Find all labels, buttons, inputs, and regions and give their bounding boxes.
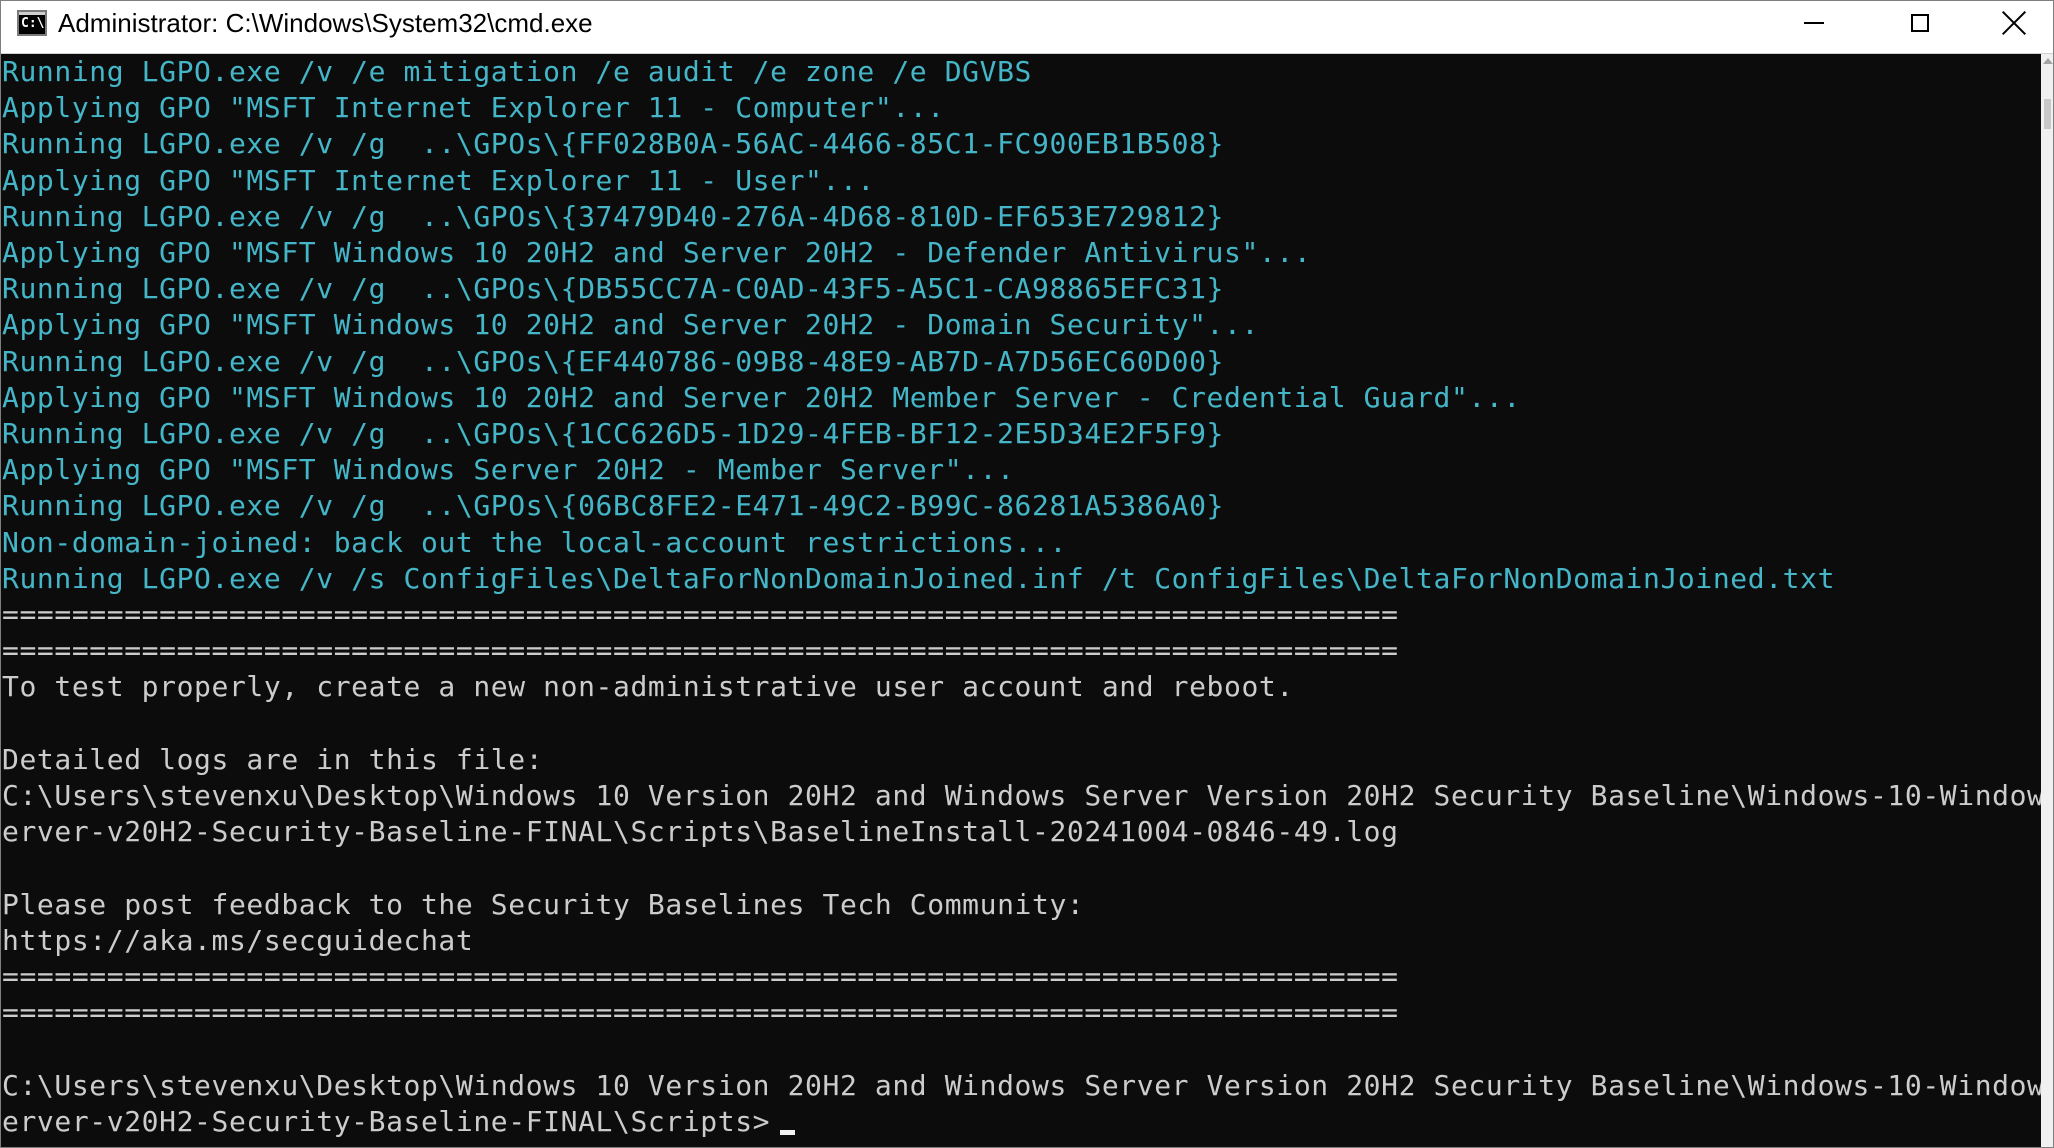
console-line-text: ========================================… bbox=[2, 598, 1399, 631]
console-output[interactable]: Running LGPO.exe /v /e mitigation /e aud… bbox=[0, 54, 2041, 1148]
console-line-text: https://aka.ms/secguidechat bbox=[2, 923, 474, 957]
console-line: Running LGPO.exe /v /g ..\GPOs\{FF028B0A… bbox=[2, 126, 1224, 162]
window-title: Administrator: C:\Windows\System32\cmd.e… bbox=[58, 8, 593, 38]
console-line-text: Running LGPO.exe /v /g ..\GPOs\{FF028B0A… bbox=[2, 127, 1225, 161]
console-line-text: To test properly, create a new non-admin… bbox=[2, 670, 1294, 704]
console-line-text: erver-v20H2-Security-Baseline-FINAL\Scri… bbox=[2, 1104, 771, 1138]
console-line-text: C:\Users\stevenxu\Desktop\Windows 10 Ver… bbox=[2, 1068, 2041, 1102]
command-prompt-line: erver-v20H2-Security-Baseline-FINAL\Scri… bbox=[2, 1104, 796, 1140]
console-line: Running LGPO.exe /v /g ..\GPOs\{DB55CC7A… bbox=[2, 271, 1224, 307]
console-line: C:\Users\stevenxu\Desktop\Windows 10 Ver… bbox=[2, 778, 2041, 814]
console-line: Applying GPO "MSFT Windows 10 20H2 and S… bbox=[2, 307, 1259, 343]
cmd-window: C:\ Administrator: C:\Windows\System32\c… bbox=[0, 0, 2054, 1148]
console-line: Please post feedback to the Security Bas… bbox=[2, 887, 1084, 923]
console-line: Non-domain-joined: back out the local-ac… bbox=[2, 525, 1067, 561]
console-line: Running LGPO.exe /v /g ..\GPOs\{37479D40… bbox=[2, 199, 1224, 235]
close-button[interactable] bbox=[1974, 0, 2054, 46]
console-line: Running LGPO.exe /v /g ..\GPOs\{06BC8FE2… bbox=[2, 488, 1224, 524]
console-line-text: Running LGPO.exe /v /g ..\GPOs\{37479D40… bbox=[2, 199, 1225, 233]
console-line-text: ========================================… bbox=[2, 634, 1399, 668]
console-line: Detailed logs are in this file: bbox=[2, 742, 543, 778]
console-line: Running LGPO.exe /v /g ..\GPOs\{1CC626D5… bbox=[2, 416, 1224, 452]
console-line-text: Non-domain-joined: back out the local-ac… bbox=[2, 525, 1067, 559]
maximize-icon bbox=[1911, 14, 1929, 32]
console-line-text: Please post feedback to the Security Bas… bbox=[2, 887, 1085, 921]
console-line-text: Applying GPO "MSFT Windows 10 20H2 and S… bbox=[2, 380, 1521, 414]
console-line: Running LGPO.exe /v /g ..\GPOs\{EF440786… bbox=[2, 344, 1224, 380]
console-line: Applying GPO "MSFT Windows Server 20H2 -… bbox=[2, 452, 1015, 488]
console-line-text: ========================================… bbox=[2, 960, 1399, 993]
console-line: Running LGPO.exe /v /e mitigation /e aud… bbox=[2, 54, 1032, 90]
minimize-icon bbox=[1804, 22, 1824, 24]
console-line: Applying GPO "MSFT Internet Explorer 11 … bbox=[2, 90, 945, 126]
console-line: ========================================… bbox=[2, 633, 1399, 669]
console-line-text: Running LGPO.exe /v /g ..\GPOs\{EF440786… bbox=[2, 344, 1225, 378]
console-line: ========================================… bbox=[2, 995, 1399, 1031]
console-line: ========================================… bbox=[2, 597, 1399, 633]
close-icon bbox=[2001, 10, 2027, 36]
console-line: To test properly, create a new non-admin… bbox=[2, 669, 1294, 705]
minimize-button[interactable] bbox=[1762, 0, 1866, 46]
console-line-text: Running LGPO.exe /v /g ..\GPOs\{06BC8FE2… bbox=[2, 489, 1225, 523]
console-line: ========================================… bbox=[2, 959, 1399, 995]
title-bar[interactable]: C:\ Administrator: C:\Windows\System32\c… bbox=[0, 0, 2054, 54]
scroll-thumb[interactable] bbox=[2044, 99, 2051, 129]
console-line: Running LGPO.exe /v /s ConfigFiles\Delta… bbox=[2, 561, 1835, 597]
console-line: Applying GPO "MSFT Windows 10 20H2 and S… bbox=[2, 380, 1521, 416]
console-line-text: Applying GPO "MSFT Internet Explorer 11 … bbox=[2, 163, 875, 197]
console-line: Applying GPO "MSFT Windows 10 20H2 and S… bbox=[2, 235, 1311, 271]
console-line-text: Detailed logs are in this file: bbox=[2, 742, 544, 776]
console-line-text: ========================================… bbox=[2, 996, 1399, 1030]
console-line-text: Applying GPO "MSFT Windows Server 20H2 -… bbox=[2, 453, 1015, 487]
console-line-text: erver-v20H2-Security-Baseline-FINAL\Scri… bbox=[2, 815, 1399, 849]
console-line-text: Running LGPO.exe /v /e mitigation /e aud… bbox=[2, 55, 1032, 88]
cmd-icon[interactable]: C:\ bbox=[17, 10, 47, 36]
console-line: https://aka.ms/secguidechat bbox=[2, 923, 473, 959]
text-cursor[interactable] bbox=[780, 1129, 796, 1135]
console-line-text: Applying GPO "MSFT Windows 10 20H2 and S… bbox=[2, 236, 1312, 269]
console-line-text: Running LGPO.exe /v /s ConfigFiles\Delta… bbox=[2, 561, 1836, 595]
console-line-text: Applying GPO "MSFT Internet Explorer 11 … bbox=[2, 91, 945, 125]
vertical-scrollbar[interactable] bbox=[2041, 54, 2054, 1148]
console-line: C:\Users\stevenxu\Desktop\Windows 10 Ver… bbox=[2, 1068, 2041, 1104]
console-line: Applying GPO "MSFT Internet Explorer 11 … bbox=[2, 163, 875, 199]
console-line-text: Running LGPO.exe /v /g ..\GPOs\{1CC626D5… bbox=[2, 417, 1225, 450]
console-line: erver-v20H2-Security-Baseline-FINAL\Scri… bbox=[2, 814, 1399, 850]
scroll-up-icon[interactable] bbox=[2043, 58, 2053, 64]
console-line-text: C:\Users\stevenxu\Desktop\Windows 10 Ver… bbox=[2, 779, 2041, 812]
console-line-text: Running LGPO.exe /v /g ..\GPOs\{DB55CC7A… bbox=[2, 272, 1225, 306]
console-line-text: Applying GPO "MSFT Windows 10 20H2 and S… bbox=[2, 308, 1259, 342]
maximize-button[interactable] bbox=[1868, 0, 1972, 46]
